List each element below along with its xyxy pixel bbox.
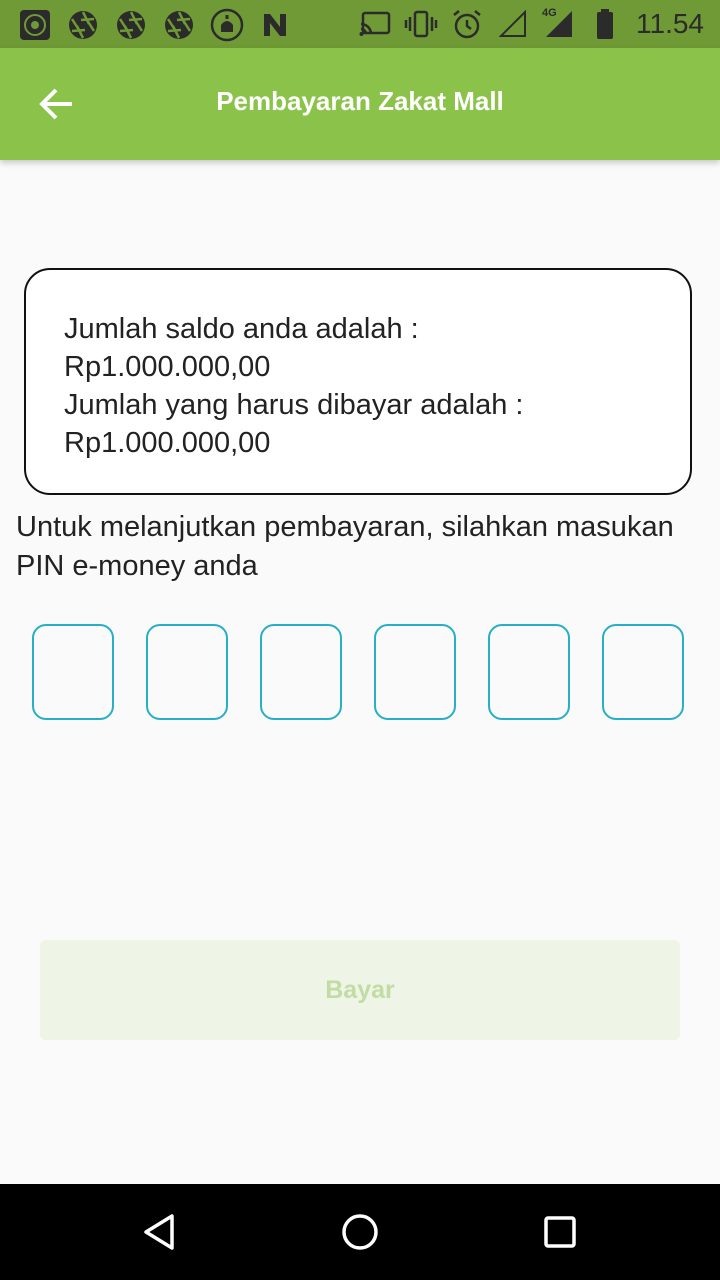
- network-type-label: 4G: [542, 7, 557, 19]
- pay-button[interactable]: Bayar: [40, 940, 680, 1040]
- system-status-icons: 4G 11.54: [358, 7, 704, 41]
- aperture-icon: [114, 8, 148, 42]
- signal-empty-icon: [496, 7, 530, 41]
- pin-digit-2[interactable]: [146, 624, 228, 720]
- pin-digit-5[interactable]: [488, 624, 570, 720]
- pin-digit-4[interactable]: [374, 624, 456, 720]
- balance-value: Rp1.000.000,00: [64, 351, 271, 383]
- pin-digit-6[interactable]: [602, 624, 684, 720]
- signal-4g-icon: 4G: [542, 7, 576, 41]
- pin-digit-1[interactable]: [32, 624, 114, 720]
- mosque-icon: [210, 8, 244, 42]
- pin-prompt: Untuk melanjutkan pembayaran, silahkan m…: [16, 511, 674, 582]
- nav-back-button[interactable]: [130, 1202, 190, 1262]
- aperture-icon: [162, 8, 196, 42]
- nav-home-button[interactable]: [330, 1202, 390, 1262]
- pin-input-row: [32, 624, 684, 720]
- status-bar: 4G 11.54: [0, 0, 720, 48]
- cast-icon: [358, 7, 392, 41]
- aperture-icon: [66, 8, 100, 42]
- page-title: Pembayaran Zakat Mall: [216, 86, 504, 116]
- n-app-icon: [258, 8, 292, 42]
- payment-info-card: Jumlah saldo anda adalah : Rp1.000.000,0…: [24, 268, 692, 495]
- notification-icons: [18, 8, 292, 42]
- battery-icon: [588, 7, 622, 41]
- amount-due-label: Jumlah yang harus dibayar adalah :: [64, 389, 524, 421]
- app-bar: Pembayaran Zakat Mall: [0, 48, 720, 160]
- home-circle-icon: [342, 1214, 378, 1250]
- pin-digit-3[interactable]: [260, 624, 342, 720]
- balance-label: Jumlah saldo anda adalah :: [64, 313, 419, 345]
- amount-due-value: Rp1.000.000,00: [64, 427, 271, 459]
- quran-app-icon: [18, 8, 52, 42]
- alarm-icon: [450, 7, 484, 41]
- nav-recents-button[interactable]: [530, 1202, 590, 1262]
- navigation-bar: [0, 1184, 720, 1280]
- back-triangle-icon: [144, 1214, 174, 1250]
- vibrate-icon: [404, 7, 438, 41]
- status-time: 11.54: [636, 8, 704, 39]
- recents-square-icon: [544, 1216, 576, 1248]
